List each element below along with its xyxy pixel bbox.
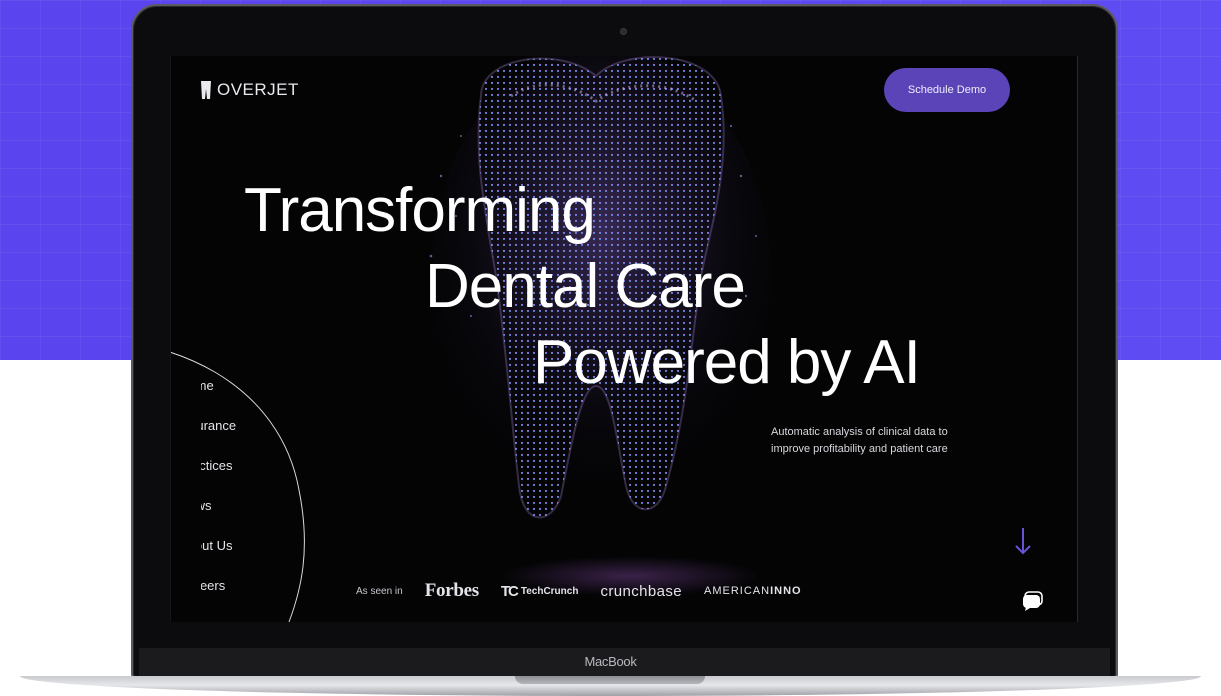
techcrunch-mark: TC — [500, 582, 519, 600]
arrow-down-icon[interactable] — [1013, 526, 1033, 556]
american-inno-part-2: INNO — [770, 585, 802, 597]
crunchbase-logo: crunchbase — [600, 582, 683, 600]
hero-headline-line-3: Powered by AI — [533, 328, 921, 397]
american-inno-logo: AMERICANINNO — [704, 585, 802, 597]
hero-subtext: Automatic analysis of clinical data to i… — [771, 426, 948, 455]
chat-bubble-icon[interactable] — [1022, 590, 1044, 612]
press-label: As seen in — [356, 585, 403, 597]
nav-item-insurance[interactable]: Insurance — [201, 418, 261, 458]
techcrunch-logo: TC TechCrunch — [501, 583, 579, 600]
logo-text: OVERJET — [217, 80, 299, 99]
hero-headline-line-2: Dental Care — [425, 252, 746, 321]
nav-item-home[interactable]: Home — [201, 378, 261, 418]
device-label: MacBook — [584, 654, 637, 669]
site-logo[interactable]: OVERJET — [201, 80, 299, 100]
laptop-screen: OVERJET Schedule Demo Transforming Denta… — [170, 56, 1078, 622]
techcrunch-text: TechCrunch — [520, 585, 579, 597]
schedule-demo-button[interactable]: Schedule Demo — [884, 68, 1010, 112]
laptop-base-notch — [515, 676, 705, 684]
nav-item-about-us[interactable]: About Us — [201, 538, 261, 578]
tooth-logo-icon — [201, 81, 211, 99]
side-navigation: Home Insurance Practices News About Us C… — [201, 378, 261, 618]
american-inno-part-1: AMERICAN — [704, 585, 771, 597]
camera-icon — [620, 28, 627, 35]
hero-headline-line-1: Transforming — [244, 176, 596, 245]
nav-item-news[interactable]: News — [201, 498, 261, 538]
forbes-logo: Forbes — [424, 580, 479, 601]
nav-item-careers[interactable]: Careers — [201, 578, 261, 618]
nav-item-practices[interactable]: Practices — [201, 458, 261, 498]
press-logos-row: As seen in Forbes TC TechCrunch crunchba… — [356, 580, 802, 602]
